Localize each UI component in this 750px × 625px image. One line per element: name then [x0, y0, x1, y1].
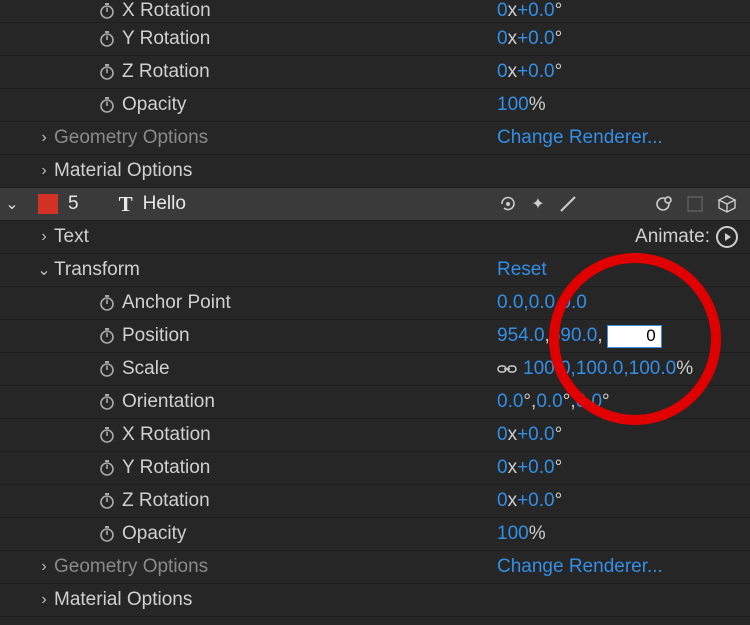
property-row: Scale 100.0,100.0,100.0% [0, 352, 750, 385]
group-row: › Material Options [0, 154, 750, 187]
property-label: Y Rotation [122, 28, 210, 50]
position-z-input[interactable] [607, 325, 662, 348]
chevron-right-icon[interactable]: › [34, 129, 54, 147]
play-icon [716, 226, 738, 248]
collapse-icon[interactable] [652, 193, 674, 215]
property-label: Orientation [122, 391, 215, 413]
property-value: 0x+0.0° [497, 485, 740, 517]
stopwatch-icon[interactable] [92, 392, 122, 412]
group-label: Geometry Options [54, 556, 208, 578]
property-row: Z Rotation 0x+0.0° [0, 484, 750, 517]
group-label: Transform [54, 259, 140, 281]
text-layer-icon: T [119, 192, 133, 217]
layer-header[interactable]: ⌄ 5 T Hello ✦ [0, 187, 750, 220]
empty-switch[interactable] [684, 193, 706, 215]
property-value: 954.0,590.0, [497, 320, 740, 352]
property-label: Anchor Point [122, 292, 231, 314]
group-label: Geometry Options [54, 127, 208, 149]
adjustment-icon[interactable]: ✦ [527, 193, 549, 215]
group-label: Text [54, 226, 89, 248]
stopwatch-icon[interactable] [92, 491, 122, 511]
property-value: 0x+0.0° [497, 23, 740, 55]
stopwatch-icon[interactable] [92, 1, 122, 21]
animate-menu[interactable]: Animate: [635, 226, 738, 248]
stopwatch-icon[interactable] [92, 359, 122, 379]
property-row: Anchor Point 0.0,0.0,0.0 [0, 286, 750, 319]
property-row: X Rotation 0x+0.0° [0, 0, 750, 22]
group-row: › Material Options [0, 583, 750, 616]
group-row: › Geometry Options Change Renderer... [0, 121, 750, 154]
property-value: 100% [497, 518, 740, 550]
property-row-position: Position 954.0,590.0, [0, 319, 750, 352]
3d-layer-icon[interactable] [716, 193, 738, 215]
empty-row [0, 616, 750, 625]
stopwatch-icon[interactable] [92, 62, 122, 82]
chevron-down-icon[interactable]: ⌄ [34, 260, 54, 280]
property-row: Opacity 100% [0, 88, 750, 121]
group-row: ⌄ Transform Reset [0, 253, 750, 286]
property-value: 0x+0.0° [497, 452, 740, 484]
group-action[interactable]: Reset [497, 254, 740, 286]
constrain-link-icon[interactable] [497, 362, 517, 376]
property-label: Opacity [122, 94, 186, 116]
motion-blur-icon[interactable] [497, 193, 519, 215]
property-row: X Rotation 0x+0.0° [0, 418, 750, 451]
property-row: Y Rotation 0x+0.0° [0, 22, 750, 55]
property-label: Z Rotation [122, 61, 210, 83]
group-row: › Geometry Options Change Renderer... [0, 550, 750, 583]
property-label: Scale [122, 358, 170, 380]
chevron-right-icon[interactable]: › [34, 591, 54, 609]
property-value: 0x+0.0° [497, 56, 740, 88]
group-action[interactable]: Change Renderer... [497, 122, 740, 154]
property-row: Opacity 100% [0, 517, 750, 550]
property-label: Z Rotation [122, 490, 210, 512]
property-value: 100.0,100.0,100.0% [497, 353, 740, 385]
chevron-right-icon[interactable]: › [34, 162, 54, 180]
stopwatch-icon[interactable] [92, 458, 122, 478]
group-label: Material Options [54, 589, 192, 611]
layer-name[interactable]: Hello [143, 193, 186, 215]
layer-color-swatch[interactable] [38, 194, 58, 214]
property-value[interactable]: 0.0,0.0,0.0 [497, 287, 740, 319]
group-label: Material Options [54, 160, 192, 182]
property-row: Z Rotation 0x+0.0° [0, 55, 750, 88]
stopwatch-icon[interactable] [92, 95, 122, 115]
property-value: 0.0°,0.0°,0.0° [497, 386, 740, 418]
stopwatch-icon[interactable] [92, 425, 122, 445]
stopwatch-icon[interactable] [92, 293, 122, 313]
property-row: Y Rotation 0x+0.0° [0, 451, 750, 484]
property-value: 100% [497, 89, 740, 121]
chevron-right-icon[interactable]: › [34, 558, 54, 576]
timeline-panel: X Rotation 0x+0.0° Y Rotation 0x+0.0° Z … [0, 0, 750, 625]
stopwatch-icon[interactable] [92, 29, 122, 49]
layer-index: 5 [68, 193, 79, 215]
property-label: Opacity [122, 523, 186, 545]
group-action[interactable]: Change Renderer... [497, 551, 740, 583]
property-label: X Rotation [122, 424, 211, 446]
property-label: Y Rotation [122, 457, 210, 479]
chevron-down-icon[interactable]: ⌄ [2, 194, 22, 214]
layer-switches-right [652, 193, 738, 215]
layer-switches: ✦ [497, 193, 579, 215]
property-row: Orientation 0.0°,0.0°,0.0° [0, 385, 750, 418]
group-row: › Text Animate: [0, 220, 750, 253]
property-value: 0x+0.0° [497, 0, 740, 22]
quality-icon[interactable] [557, 193, 579, 215]
stopwatch-icon[interactable] [92, 326, 122, 346]
property-label: X Rotation [122, 0, 211, 22]
property-label: Position [122, 325, 190, 347]
property-value: 0x+0.0° [497, 419, 740, 451]
stopwatch-icon[interactable] [92, 524, 122, 544]
chevron-right-icon[interactable]: › [34, 228, 54, 246]
